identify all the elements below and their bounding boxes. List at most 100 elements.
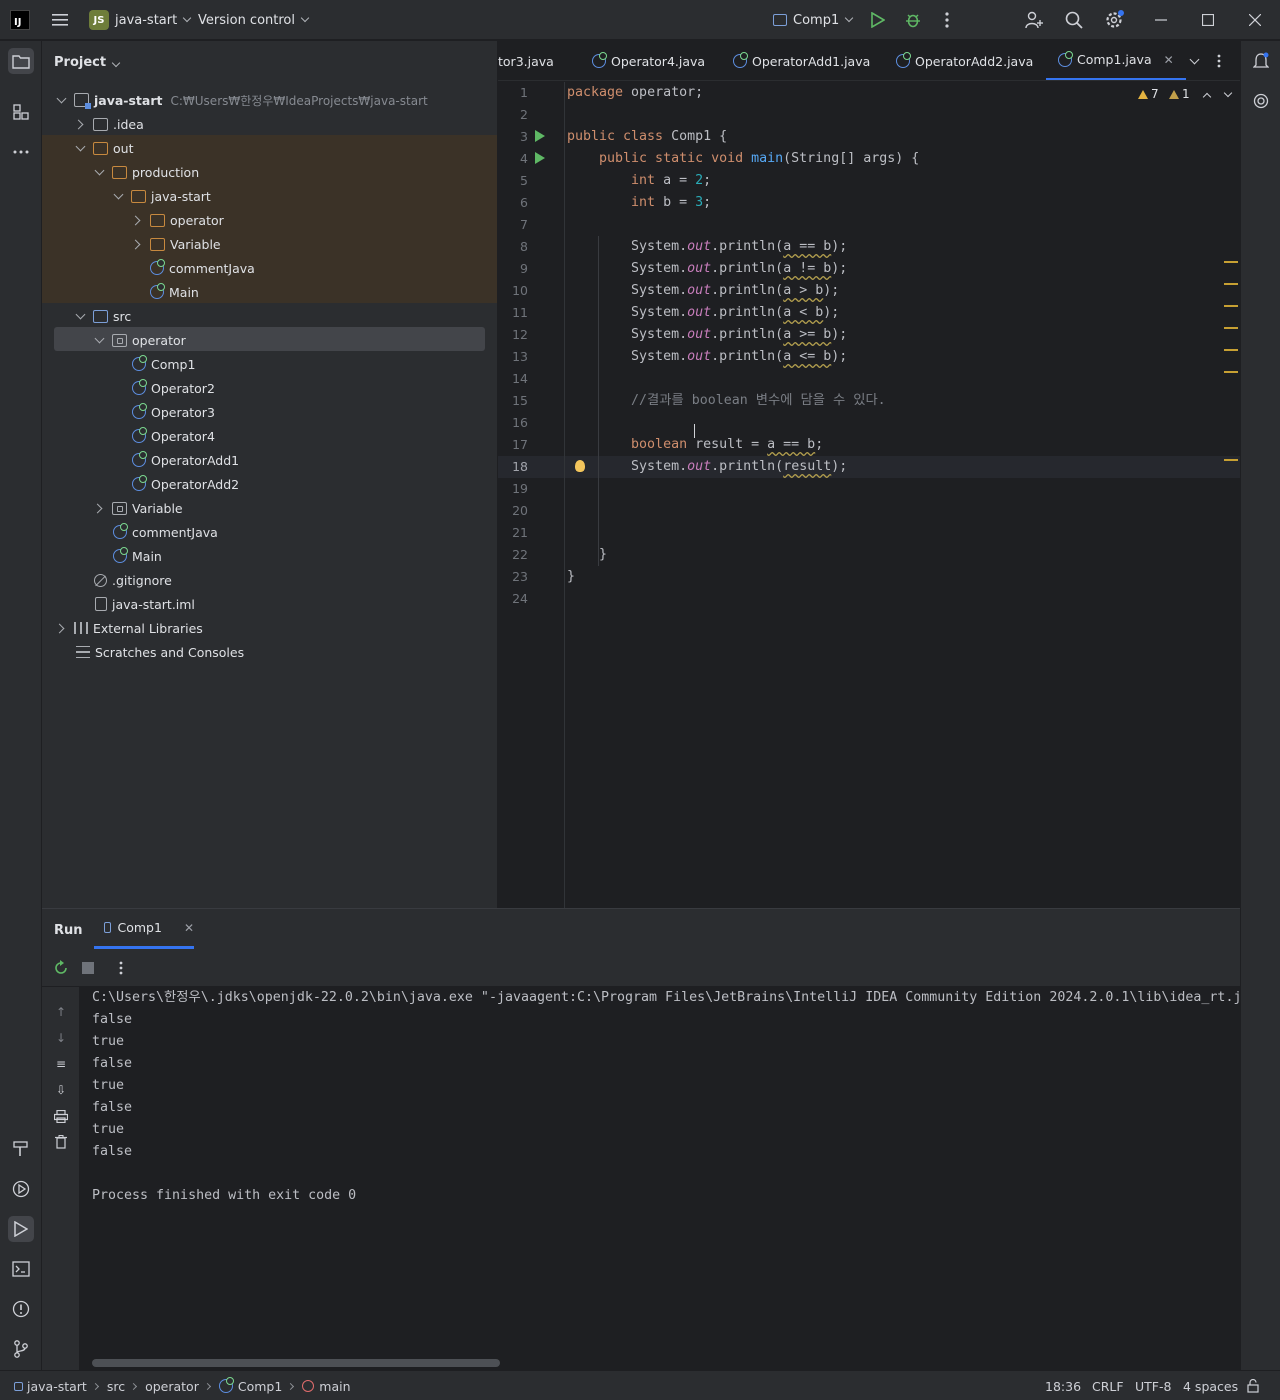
tree-item-variable-src[interactable]: Variable — [42, 496, 497, 520]
close-icon[interactable] — [1243, 8, 1267, 32]
build-hammer-icon[interactable] — [8, 1136, 34, 1162]
debug-icon[interactable] — [901, 8, 925, 32]
console-output[interactable]: C:\Users\한정우\.jdks\openjdk-22.0.2\bin\ja… — [92, 987, 1240, 1357]
problems-icon[interactable] — [8, 1296, 34, 1322]
breadcrumb-item[interactable]: main — [319, 1379, 350, 1394]
tree-item-operator2[interactable]: Operator2 — [42, 376, 497, 400]
tree-item-external-libraries[interactable]: External Libraries — [42, 616, 497, 640]
breadcrumb-item[interactable]: src — [107, 1379, 125, 1394]
run-tool-icon[interactable] — [8, 1216, 34, 1242]
ai-assistant-icon[interactable] — [1248, 88, 1274, 114]
notifications-bell-icon[interactable] — [1248, 48, 1274, 74]
scroll-up-icon[interactable]: ↑ — [53, 1004, 69, 1020]
stop-icon[interactable] — [76, 956, 100, 980]
tree-item-scratches[interactable]: Scratches and Consoles — [42, 640, 497, 664]
tree-item-operator-out[interactable]: operator — [42, 208, 497, 232]
project-selector[interactable]: java-start — [115, 0, 192, 40]
project-panel-header[interactable]: Project — [54, 55, 121, 70]
intellij-logo-icon[interactable]: IJ — [10, 10, 30, 30]
chevron-down-icon[interactable] — [56, 94, 68, 106]
tree-item-comp1[interactable]: Comp1 — [42, 352, 497, 376]
more-icon[interactable] — [935, 8, 959, 32]
tree-item-variable-out[interactable]: Variable — [42, 232, 497, 256]
tree-item-java-start[interactable]: java-start C:₩Users₩한정우₩IdeaProjects₩jav… — [42, 88, 497, 112]
lock-icon[interactable] — [1247, 1371, 1259, 1400]
warning-marker[interactable] — [1224, 349, 1238, 351]
tab-operator4[interactable]: Operator4.java — [592, 41, 705, 80]
tree-item-iml[interactable]: java-start.iml — [42, 592, 497, 616]
chevron-down-icon[interactable] — [1182, 49, 1206, 73]
add-user-icon[interactable] — [1022, 8, 1046, 32]
file-encoding[interactable]: UTF-8 — [1135, 1371, 1171, 1400]
trash-icon[interactable] — [53, 1134, 69, 1150]
weak-warning-count[interactable]: 1 — [1169, 87, 1190, 101]
chevron-right-icon[interactable] — [75, 118, 87, 130]
tree-item-production[interactable]: production — [42, 160, 497, 184]
chevron-right-icon[interactable] — [132, 238, 144, 250]
tree-item-commentjava-src[interactable]: commentJava — [42, 520, 497, 544]
horizontal-scrollbar[interactable] — [92, 1359, 500, 1367]
vcs-selector[interactable]: Version control — [198, 0, 310, 40]
warning-marker[interactable] — [1224, 327, 1238, 329]
print-icon[interactable] — [53, 1108, 69, 1124]
tree-item-main-out[interactable]: Main — [42, 280, 497, 304]
close-tab-icon[interactable]: ✕ — [184, 921, 194, 935]
soft-wrap-icon[interactable]: ≡ — [53, 1056, 69, 1072]
project-folder-icon[interactable] — [8, 48, 34, 74]
warning-marker[interactable] — [1224, 283, 1238, 285]
minimize-icon[interactable] — [1149, 8, 1173, 32]
scroll-down-icon[interactable]: ↓ — [53, 1030, 69, 1046]
tree-item-commentjava-out[interactable]: commentJava — [42, 256, 497, 280]
run-gutter-icon[interactable] — [535, 130, 545, 142]
chevron-down-icon[interactable] — [75, 310, 87, 322]
tree-item-operator3[interactable]: Operator3 — [42, 400, 497, 424]
services-icon[interactable] — [8, 1176, 34, 1202]
chevron-down-icon[interactable] — [75, 142, 87, 154]
chevron-down-icon[interactable] — [94, 166, 106, 178]
maximize-icon[interactable] — [1196, 8, 1220, 32]
tree-item-java-start-out[interactable]: java-start — [42, 184, 497, 208]
next-highlight-icon[interactable] — [1216, 83, 1240, 107]
tab-run-comp1[interactable]: Comp1 ✕ — [94, 909, 194, 949]
run-icon[interactable] — [866, 8, 890, 32]
run-config-selector[interactable]: Comp1 — [773, 0, 854, 40]
tree-item-main-src[interactable]: Main — [42, 544, 497, 568]
tab-operatoradd2[interactable]: OperatorAdd2.java — [896, 41, 1033, 80]
more-tools-icon[interactable] — [8, 139, 34, 165]
tab-operator3[interactable]: tor3.java — [498, 41, 554, 80]
breadcrumb-item[interactable]: java-start — [27, 1379, 87, 1394]
tree-item-operator4[interactable]: Operator4 — [42, 424, 497, 448]
more-icon[interactable] — [109, 956, 133, 980]
tree-item-src[interactable]: src — [42, 304, 497, 328]
settings-icon[interactable] — [1102, 8, 1126, 32]
warning-marker[interactable] — [1224, 305, 1238, 307]
warning-marker[interactable] — [1224, 371, 1238, 373]
tab-operatoradd1[interactable]: OperatorAdd1.java — [733, 41, 870, 80]
warning-marker[interactable] — [1224, 261, 1238, 263]
warning-count[interactable]: 7 — [1138, 87, 1159, 101]
scroll-to-end-icon[interactable]: ⇩ — [53, 1082, 69, 1098]
tree-item-idea[interactable]: .idea — [42, 112, 497, 136]
chevron-down-icon[interactable] — [113, 190, 125, 202]
close-tab-icon[interactable]: ✕ — [1164, 53, 1174, 67]
search-icon[interactable] — [1062, 8, 1086, 32]
tab-comp1[interactable]: Comp1.java ✕ — [1046, 41, 1186, 80]
terminal-icon[interactable] — [8, 1256, 34, 1282]
project-badge[interactable]: JS — [89, 10, 109, 30]
code-editor[interactable]: 1 2 3 4 5 6 7 8 9 10 11 12 13 14 15 16 17 18 19 20 21 22 23 24 … — [498, 82, 1240, 908]
tree-item-operatoradd2[interactable]: OperatorAdd2 — [42, 472, 497, 496]
tree-item-operator-src[interactable]: operator — [42, 328, 497, 352]
hamburger-icon[interactable] — [48, 8, 72, 32]
line-separator[interactable]: CRLF — [1092, 1371, 1124, 1400]
chevron-right-icon[interactable] — [132, 214, 144, 226]
breadcrumb-item[interactable]: operator — [145, 1379, 199, 1394]
chevron-right-icon[interactable] — [94, 502, 106, 514]
git-icon[interactable] — [8, 1336, 34, 1362]
breadcrumb-item[interactable]: Comp1 — [238, 1379, 282, 1394]
warning-marker[interactable] — [1224, 459, 1238, 461]
caret-position[interactable]: 18:36 — [1045, 1371, 1081, 1400]
indent-setting[interactable]: 4 spaces — [1183, 1371, 1238, 1400]
tree-item-operatoradd1[interactable]: OperatorAdd1 — [42, 448, 497, 472]
tree-item-gitignore[interactable]: .gitignore — [42, 568, 497, 592]
structure-icon[interactable] — [8, 99, 34, 125]
